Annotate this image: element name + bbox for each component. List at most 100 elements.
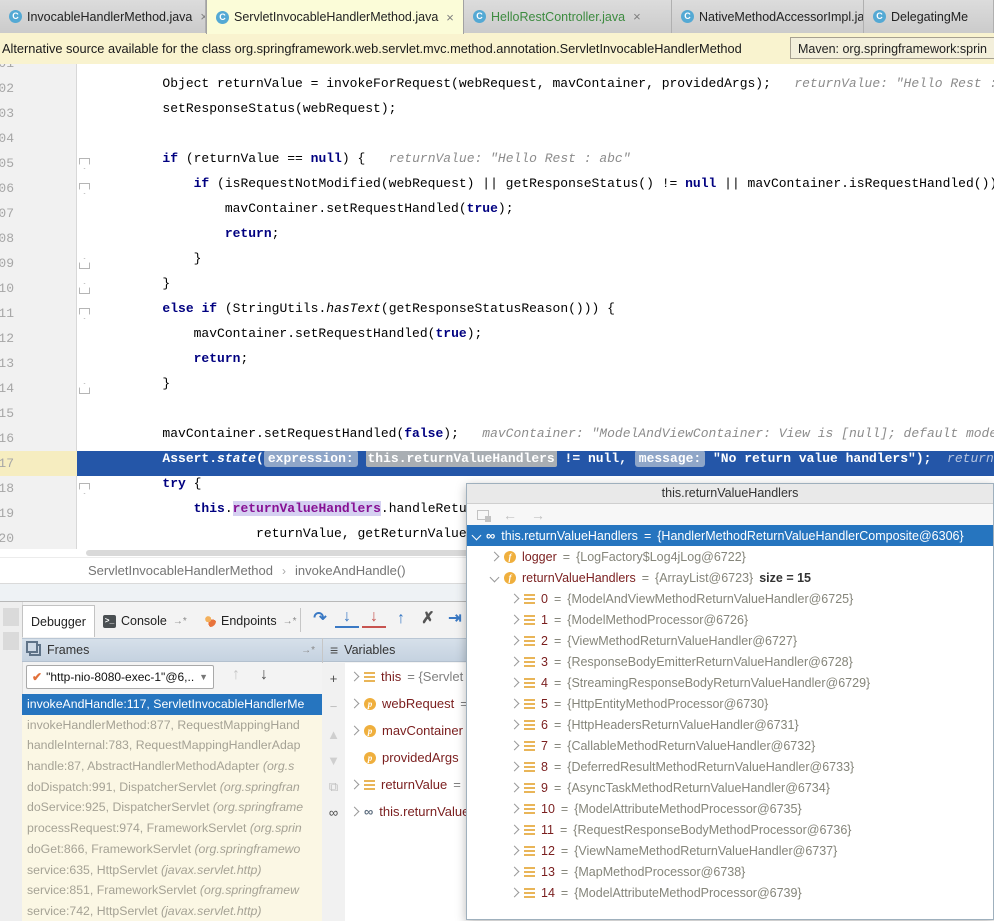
- layout-settings-icon[interactable]: [276, 612, 300, 634]
- frames-pin-icon[interactable]: →*: [301, 645, 315, 656]
- expand-chevron-icon[interactable]: [510, 846, 520, 856]
- fold-marker-icon[interactable]: [79, 183, 90, 194]
- force-step-into-icon[interactable]: ↓: [362, 608, 386, 628]
- expand-chevron-icon[interactable]: [350, 780, 360, 790]
- popup-row[interactable]: flogger={LogFactory$Log4jLog@6722}: [467, 546, 993, 567]
- frame-row[interactable]: processRequest:974, FrameworkServlet (or…: [22, 818, 322, 839]
- move-up-icon[interactable]: ▲: [322, 727, 345, 742]
- remove-watch-icon[interactable]: −: [322, 699, 345, 714]
- popup-row[interactable]: 13={MapMethodProcessor@6738}: [467, 861, 993, 882]
- debugger-tab-debugger[interactable]: Debugger: [22, 605, 95, 637]
- fold-marker-icon[interactable]: [79, 308, 90, 319]
- frame-row[interactable]: service:851, FrameworkServlet (org.sprin…: [22, 880, 322, 901]
- frame-row[interactable]: service:742, HttpServlet (javax.servlet.…: [22, 901, 322, 921]
- popup-row[interactable]: 1={ModelMethodProcessor@6726}: [467, 609, 993, 630]
- frame-row[interactable]: doGet:866, FrameworkServlet (org.springf…: [22, 839, 322, 860]
- debugger-tab-console[interactable]: >_Console→*: [95, 605, 195, 637]
- expand-chevron-icon[interactable]: [510, 762, 520, 772]
- popup-row[interactable]: ∞this.returnValueHandlers={HandlerMethod…: [467, 525, 993, 546]
- popup-row[interactable]: 5={HttpEntityMethodProcessor@6730}: [467, 693, 993, 714]
- add-watch-icon[interactable]: +: [322, 671, 345, 686]
- frame-row[interactable]: service:635, HttpServlet (javax.servlet.…: [22, 860, 322, 881]
- filter-frames-icon[interactable]: [284, 668, 308, 690]
- drop-frame-icon[interactable]: ✗: [416, 608, 440, 630]
- expand-chevron-icon[interactable]: [510, 804, 520, 814]
- watch-icon: ∞: [364, 806, 373, 818]
- popup-row[interactable]: 4={StreamingResponseBodyReturnValueHandl…: [467, 672, 993, 693]
- frame-row[interactable]: doService:925, DispatcherServlet (org.sp…: [22, 797, 322, 818]
- editor-tab[interactable]: CInvocableHandlerMethod.java×: [0, 0, 206, 33]
- expand-chevron-icon[interactable]: [490, 573, 500, 583]
- frame-row[interactable]: invokeHandlerMethod:877, RequestMappingH…: [22, 715, 322, 736]
- tab-close-icon[interactable]: ×: [446, 11, 454, 24]
- frame-row[interactable]: handleInternal:783, RequestMappingHandle…: [22, 735, 322, 756]
- tab-close-icon[interactable]: ×: [633, 10, 641, 23]
- popup-row[interactable]: freturnValueHandlers={ArrayList@6723}siz…: [467, 567, 993, 588]
- expand-chevron-icon[interactable]: [510, 741, 520, 751]
- fold-marker-icon[interactable]: [79, 158, 90, 169]
- fold-marker-icon[interactable]: [79, 383, 90, 394]
- watches-icon[interactable]: ∞: [322, 805, 345, 820]
- expand-chevron-icon[interactable]: [510, 825, 520, 835]
- expand-chevron-icon[interactable]: [510, 783, 520, 793]
- expand-chevron-icon[interactable]: [472, 531, 482, 541]
- editor-tab[interactable]: CHelloRestController.java×: [464, 0, 672, 33]
- expand-chevron-icon[interactable]: [350, 726, 360, 736]
- frame-row[interactable]: doDispatch:991, DispatcherServlet (org.s…: [22, 777, 322, 798]
- variable-icon: [524, 783, 535, 793]
- tool-window-button[interactable]: [3, 632, 19, 650]
- editor-tab[interactable]: CServletInvocableHandlerMethod.java×: [206, 0, 464, 34]
- popup-row[interactable]: 8={DeferredResultMethodReturnValueHandle…: [467, 756, 993, 777]
- pin-icon: →*: [173, 616, 187, 627]
- step-into-icon[interactable]: ↓: [335, 608, 359, 628]
- frame-row[interactable]: invokeAndHandle:117, ServletInvocableHan…: [22, 694, 322, 715]
- popup-row[interactable]: 0={ModelAndViewMethodReturnValueHandler@…: [467, 588, 993, 609]
- popup-row[interactable]: 14={ModelAttributeMethodProcessor@6739}: [467, 882, 993, 903]
- variable-icon: [524, 720, 535, 730]
- expand-chevron-icon[interactable]: [510, 657, 520, 667]
- expand-chevron-icon[interactable]: [350, 672, 360, 682]
- fold-marker-icon[interactable]: [79, 483, 90, 494]
- expand-chevron-icon[interactable]: [490, 552, 500, 562]
- duplicate-icon[interactable]: ⧉: [322, 779, 345, 795]
- popup-row[interactable]: 12={ViewNameMethodReturnValueHandler@673…: [467, 840, 993, 861]
- popup-row[interactable]: 2={ViewMethodReturnValueHandler@6727}: [467, 630, 993, 651]
- expand-chevron-icon[interactable]: [510, 888, 520, 898]
- editor-tab[interactable]: CNativeMethodAccessorImpl.java×: [672, 0, 864, 33]
- step-over-icon[interactable]: ↷: [308, 608, 332, 630]
- expand-chevron-icon[interactable]: [350, 807, 360, 817]
- expand-chevron-icon[interactable]: [510, 699, 520, 709]
- back-icon[interactable]: ←: [503, 507, 517, 523]
- tool-window-button[interactable]: [3, 608, 19, 626]
- frame-up-icon[interactable]: ↑: [224, 664, 248, 686]
- forward-icon[interactable]: →: [531, 507, 545, 523]
- step-out-icon[interactable]: ↑: [389, 608, 413, 630]
- jump-to-source-icon[interactable]: [477, 510, 489, 520]
- editor-tab[interactable]: CDelegatingMe: [864, 0, 994, 33]
- expand-chevron-icon[interactable]: [510, 636, 520, 646]
- expand-chevron-icon[interactable]: [510, 594, 520, 604]
- endpoints-icon: [204, 615, 216, 627]
- popup-row[interactable]: 9={AsyncTaskMethodReturnValueHandler@673…: [467, 777, 993, 798]
- frame-down-icon[interactable]: ↓: [252, 664, 276, 686]
- popup-row[interactable]: 7={CallableMethodReturnValueHandler@6732…: [467, 735, 993, 756]
- breadcrumb-class[interactable]: ServletInvocableHandlerMethod: [88, 563, 273, 578]
- breadcrumb-method[interactable]: invokeAndHandle(): [295, 563, 406, 578]
- code-editor[interactable]: 1011021031041051061071081091101111121131…: [0, 64, 994, 549]
- move-down-icon[interactable]: ▼: [322, 753, 345, 768]
- popup-row[interactable]: 11={RequestResponseBodyMethodProcessor@6…: [467, 819, 993, 840]
- alternative-source-button[interactable]: Maven: org.springframework:sprin: [790, 37, 994, 59]
- run-to-cursor-icon[interactable]: ⇥: [443, 608, 467, 630]
- expand-chevron-icon[interactable]: [510, 678, 520, 688]
- expand-chevron-icon[interactable]: [350, 699, 360, 709]
- fold-marker-icon[interactable]: [79, 283, 90, 294]
- expand-chevron-icon[interactable]: [510, 615, 520, 625]
- expand-chevron-icon[interactable]: [510, 867, 520, 877]
- popup-row[interactable]: 6={HttpHeadersReturnValueHandler@6731}: [467, 714, 993, 735]
- frame-row[interactable]: handle:87, AbstractHandlerMethodAdapter …: [22, 756, 322, 777]
- thread-selector[interactable]: ✔ "http-nio-8080-exec-1"@6,... ▼: [26, 665, 214, 689]
- fold-marker-icon[interactable]: [79, 258, 90, 269]
- popup-row[interactable]: 3={ResponseBodyEmitterReturnValueHandler…: [467, 651, 993, 672]
- popup-row[interactable]: 10={ModelAttributeMethodProcessor@6735}: [467, 798, 993, 819]
- expand-chevron-icon[interactable]: [510, 720, 520, 730]
